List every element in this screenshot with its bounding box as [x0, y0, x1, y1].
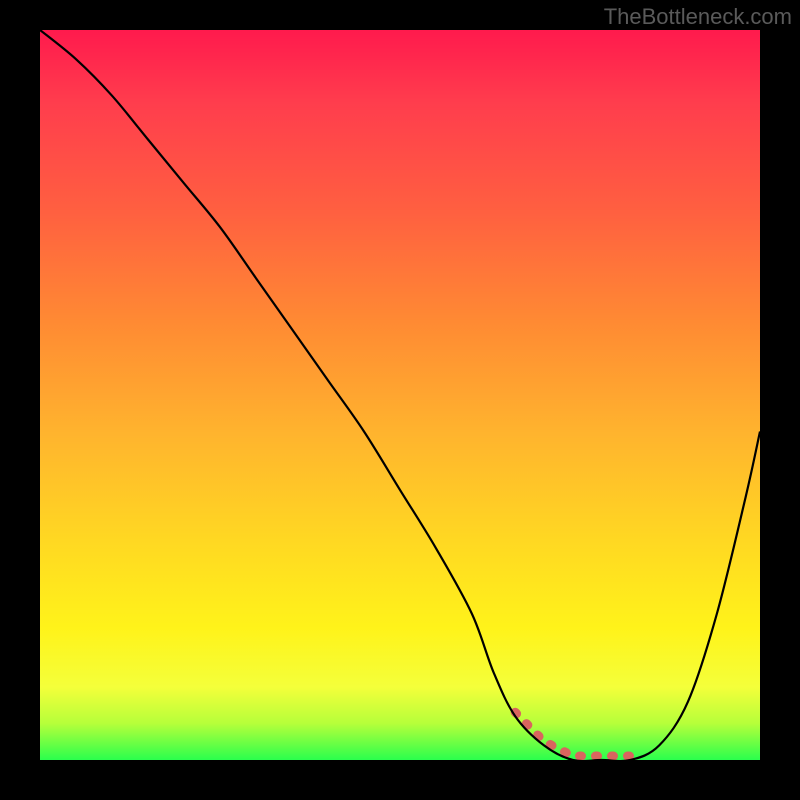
- bottleneck-curve: [40, 30, 760, 760]
- chart-svg: [40, 30, 760, 760]
- chart-gradient-area: [40, 30, 760, 760]
- watermark-text: TheBottleneck.com: [604, 4, 792, 30]
- optimal-range-band: [515, 712, 630, 756]
